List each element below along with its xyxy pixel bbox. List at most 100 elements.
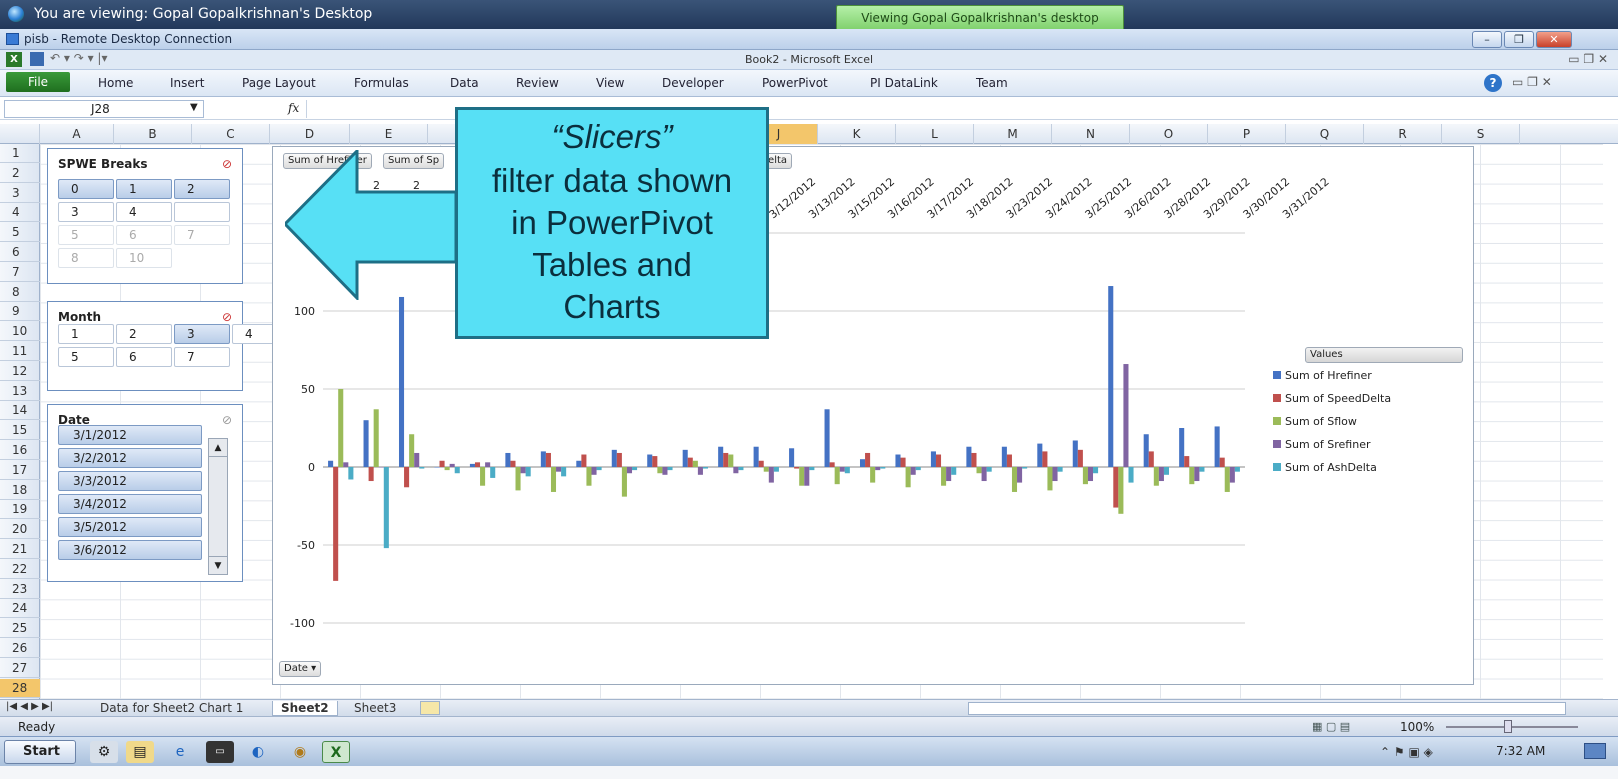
- browser-icon[interactable]: e: [166, 741, 194, 763]
- row-header[interactable]: 15: [0, 421, 40, 441]
- workbook-window-controls[interactable]: ▭ ❐ ✕: [1512, 75, 1552, 89]
- console-icon[interactable]: ▭: [206, 741, 234, 763]
- column-header[interactable]: B: [114, 124, 192, 144]
- slicer-item[interactable]: 0: [58, 179, 114, 199]
- slicer-item[interactable]: 3: [174, 324, 230, 344]
- slicer-item[interactable]: 5: [58, 347, 114, 367]
- row-header[interactable]: 23: [0, 580, 40, 599]
- slicer-item[interactable]: 8: [58, 248, 114, 268]
- name-box[interactable]: J28: [4, 100, 204, 118]
- row-header[interactable]: 22: [0, 560, 40, 579]
- excel-window-controls[interactable]: ▭ ❐ ✕: [1568, 52, 1608, 66]
- row-header[interactable]: 3: [0, 184, 40, 203]
- slicer-item[interactable]: 1: [58, 324, 114, 344]
- view-buttons-icon[interactable]: ▦ ▢ ▤: [1312, 720, 1350, 733]
- horizontal-scrollbar[interactable]: [968, 702, 1566, 715]
- tray-icons[interactable]: ⌃ ⚑ ▣ ◈: [1380, 745, 1433, 759]
- row-header[interactable]: 28: [0, 678, 40, 698]
- column-header[interactable]: L: [896, 124, 974, 144]
- column-header[interactable]: D: [270, 124, 350, 144]
- row-header[interactable]: 20: [0, 520, 40, 540]
- slicer-item[interactable]: [174, 202, 230, 222]
- restore-button[interactable]: ❐: [1504, 31, 1534, 48]
- minimize-button[interactable]: –: [1472, 31, 1502, 48]
- column-header[interactable]: M: [974, 124, 1052, 144]
- row-header[interactable]: 16: [0, 441, 40, 460]
- sheet-nav-icon[interactable]: |◀ ◀ ▶ ▶|: [6, 701, 53, 712]
- row-header[interactable]: 2: [0, 164, 40, 183]
- excel-taskbar-icon[interactable]: X: [322, 741, 350, 763]
- column-header[interactable]: E: [350, 124, 428, 144]
- show-desktop-icon[interactable]: [1584, 743, 1606, 759]
- zoom-level[interactable]: 100%: [1400, 720, 1434, 734]
- file-tab[interactable]: File: [6, 72, 70, 92]
- tab-pi-datalink[interactable]: PI DataLink: [870, 76, 938, 90]
- row-header[interactable]: 10: [0, 322, 40, 342]
- column-header[interactable]: R: [1364, 124, 1442, 144]
- insert-sheet-icon[interactable]: [420, 701, 440, 715]
- close-button[interactable]: ✕: [1536, 31, 1572, 48]
- sheet-tab[interactable]: Sheet3: [354, 701, 396, 716]
- column-header[interactable]: C: [192, 124, 270, 144]
- row-header[interactable]: 14: [0, 401, 40, 421]
- remote-icon[interactable]: ◐: [244, 741, 272, 763]
- row-header[interactable]: 17: [0, 461, 40, 480]
- scroll-down-icon[interactable]: ▼: [209, 556, 227, 574]
- slicer-item[interactable]: 10: [116, 248, 172, 268]
- row-header[interactable]: 9: [0, 302, 40, 322]
- start-button[interactable]: Start: [4, 740, 76, 764]
- column-header[interactable]: N: [1052, 124, 1130, 144]
- row-header[interactable]: 1: [0, 144, 40, 163]
- folder-icon[interactable]: ▤: [126, 741, 154, 763]
- row-header[interactable]: 18: [0, 481, 40, 500]
- clear-filter-icon[interactable]: ⊘: [222, 413, 232, 427]
- row-header[interactable]: 5: [0, 223, 40, 243]
- clear-filter-icon[interactable]: ⊘: [222, 310, 232, 324]
- tab-view[interactable]: View: [596, 76, 624, 90]
- row-header[interactable]: 13: [0, 382, 40, 401]
- date-slicer-scrollbar[interactable]: ▲ ▼: [208, 438, 228, 575]
- row-header[interactable]: 6: [0, 243, 40, 262]
- tab-team[interactable]: Team: [976, 76, 1008, 90]
- row-header[interactable]: 26: [0, 639, 40, 658]
- column-header[interactable]: S: [1442, 124, 1520, 144]
- tab-powerpivot[interactable]: PowerPivot: [762, 76, 828, 90]
- slicer-item[interactable]: 4: [116, 202, 172, 222]
- tab-review[interactable]: Review: [516, 76, 559, 90]
- date-slicer-item[interactable]: 3/1/2012: [58, 425, 202, 445]
- date-slicer-item[interactable]: 3/4/2012: [58, 494, 202, 514]
- row-header[interactable]: 11: [0, 342, 40, 361]
- zoom-slider[interactable]: [1446, 726, 1578, 728]
- row-header[interactable]: 4: [0, 203, 40, 223]
- tab-formulas[interactable]: Formulas: [354, 76, 409, 90]
- tab-insert[interactable]: Insert: [170, 76, 204, 90]
- slicer-item[interactable]: 2: [174, 179, 230, 199]
- row-header[interactable]: 27: [0, 659, 40, 678]
- tab-page-layout[interactable]: Page Layout: [242, 76, 316, 90]
- clear-filter-icon[interactable]: ⊘: [222, 157, 232, 171]
- date-slicer-item[interactable]: 3/2/2012: [58, 448, 202, 468]
- zoom-thumb[interactable]: [1504, 720, 1512, 733]
- help-icon[interactable]: ?: [1484, 74, 1502, 92]
- row-header[interactable]: 21: [0, 540, 40, 559]
- date-slicer-item[interactable]: 3/6/2012: [58, 540, 202, 560]
- column-header[interactable]: K: [818, 124, 896, 144]
- tab-data[interactable]: Data: [450, 76, 479, 90]
- scroll-up-icon[interactable]: ▲: [209, 439, 227, 457]
- row-header[interactable]: 25: [0, 619, 40, 639]
- date-axis-field-button[interactable]: Date ▾: [279, 661, 322, 677]
- remote-view-badge[interactable]: Viewing Gopal Gopalkrishnan's desktop: [836, 5, 1124, 31]
- select-all-corner[interactable]: [0, 124, 40, 144]
- network-icon[interactable]: ◉: [286, 741, 314, 763]
- column-header[interactable]: Q: [1286, 124, 1364, 144]
- date-slicer-item[interactable]: 3/3/2012: [58, 471, 202, 491]
- column-header[interactable]: A: [40, 124, 114, 144]
- tab-home[interactable]: Home: [98, 76, 133, 90]
- slicer-item[interactable]: 7: [174, 347, 230, 367]
- slicer-item[interactable]: 1: [116, 179, 172, 199]
- slicer-item[interactable]: 2: [116, 324, 172, 344]
- sheet-tab-active[interactable]: Sheet2: [272, 701, 338, 716]
- sheet-tab[interactable]: Data for Sheet2 Chart 1: [100, 701, 243, 716]
- column-header[interactable]: O: [1130, 124, 1208, 144]
- slicer-item[interactable]: 6: [116, 347, 172, 367]
